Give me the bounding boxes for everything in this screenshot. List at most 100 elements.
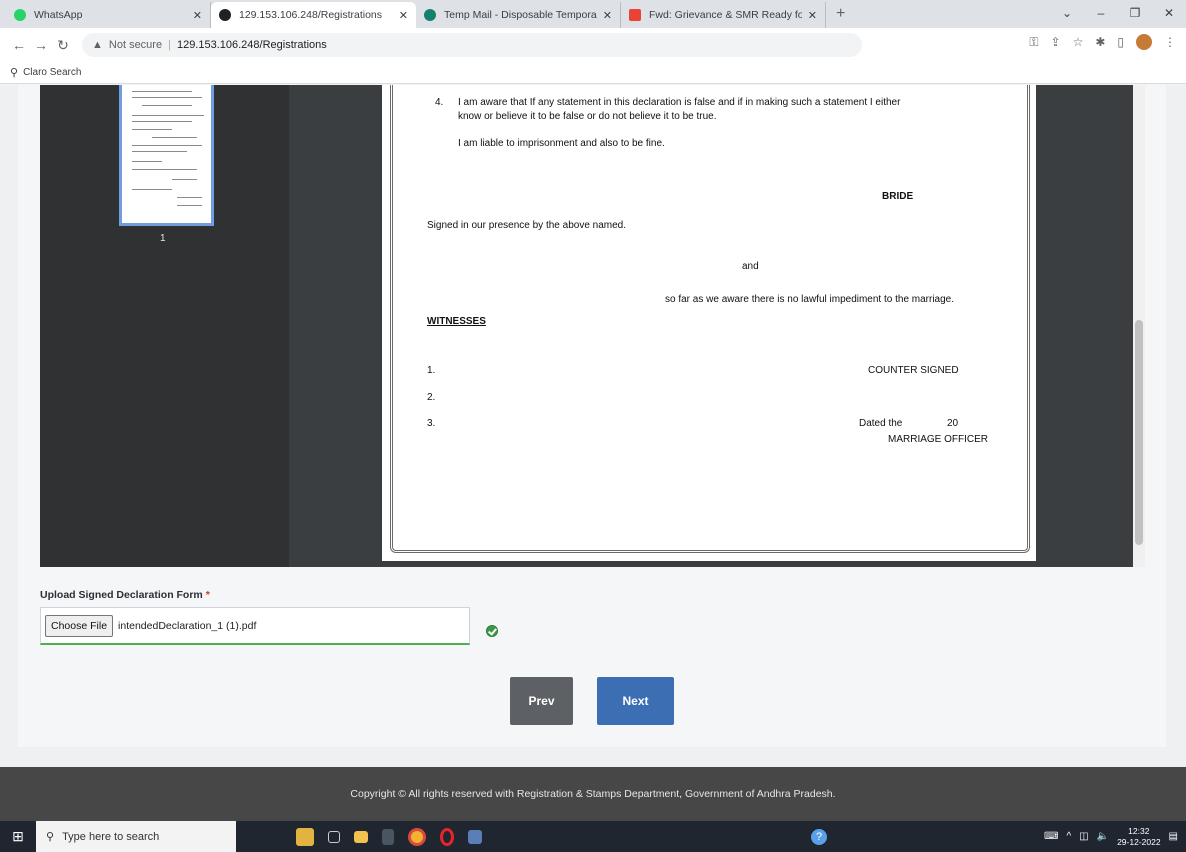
- taskbar-search[interactable]: ⚲ Type here to search: [36, 821, 236, 852]
- clock-time: 12:32: [1128, 825, 1150, 836]
- tab-temp-mail[interactable]: Temp Mail - Disposable Tempora ✕: [416, 2, 621, 28]
- tab-title: Temp Mail - Disposable Tempora: [444, 9, 597, 21]
- menu-icon[interactable]: ⋮: [1164, 35, 1176, 49]
- extensions-icon[interactable]: ✱: [1095, 35, 1105, 49]
- selected-filename: intendedDeclaration_1 (1).pdf: [118, 619, 257, 632]
- tab-title: WhatsApp: [34, 9, 83, 21]
- check-circle-icon: [486, 625, 498, 637]
- upload-field-label: Upload Signed Declaration Form *: [40, 589, 210, 601]
- page-border: [390, 85, 1030, 553]
- clock-date: 29-12-2022: [1117, 836, 1161, 847]
- windows-taskbar: ⊞ ⚲ Type here to search ? ⌨ ^ ◫ 🔈 12:32 …: [0, 821, 1186, 852]
- form-panel: 1 4. I am aware that If any statement in…: [18, 85, 1166, 747]
- witness-number: 1.: [427, 365, 436, 376]
- keyboard-icon[interactable]: ⌨: [1044, 831, 1058, 842]
- address-bar[interactable]: ▲ Not secure | 129.153.106.248/Registrat…: [82, 33, 862, 57]
- prev-button[interactable]: Prev: [510, 677, 573, 725]
- system-tray: ⌨ ^ ◫ 🔈 12:32 29-12-2022 ▤: [1044, 821, 1178, 852]
- windows-start-icon[interactable]: ⊞: [0, 828, 36, 845]
- notification-icon[interactable]: ▤: [1169, 831, 1178, 842]
- marriage-officer-label: MARRIAGE OFFICER: [888, 434, 989, 445]
- whatsapp-icon: [14, 9, 26, 21]
- tab-search-icon[interactable]: ⌄: [1050, 6, 1084, 20]
- toolbar-actions: ⚿ ⇪ ☆ ✱ ▯ ⋮: [1029, 34, 1176, 50]
- tab-registrations[interactable]: 129.153.106.248/Registrations ✕: [211, 2, 416, 28]
- bookmark-claro-search[interactable]: Claro Search: [23, 67, 81, 78]
- forward-icon[interactable]: →: [30, 37, 52, 53]
- close-icon[interactable]: ✕: [603, 9, 612, 22]
- choose-file-button[interactable]: Choose File: [45, 614, 114, 637]
- tab-whatsapp[interactable]: WhatsApp ✕: [6, 2, 211, 28]
- chrome-icon[interactable]: [408, 827, 426, 846]
- upload-label-text: Upload Signed Declaration Form: [40, 589, 203, 601]
- security-status[interactable]: Not secure: [109, 39, 162, 51]
- back-icon[interactable]: ←: [8, 37, 30, 53]
- required-indicator: *: [205, 589, 210, 601]
- year-label: 20: [947, 418, 959, 429]
- file-upload-input[interactable]: Choose File intendedDeclaration_1 (1).pd…: [40, 607, 470, 645]
- profile-avatar[interactable]: [1136, 34, 1152, 50]
- new-tab-icon[interactable]: +: [836, 5, 845, 23]
- file-explorer-icon[interactable]: [354, 830, 368, 843]
- gmail-icon: [629, 9, 641, 21]
- pdf-page: 4. I am aware that If any statement in t…: [382, 85, 1036, 561]
- news-widget-icon[interactable]: [296, 827, 314, 846]
- network-icon[interactable]: ◫: [1079, 831, 1088, 842]
- url-text[interactable]: 129.153.106.248/Registrations: [177, 39, 327, 51]
- next-button[interactable]: Next: [597, 677, 674, 725]
- copyright-text: Copyright © All rights reserved with Reg…: [350, 788, 836, 800]
- page-footer: Copyright © All rights reserved with Reg…: [0, 767, 1186, 821]
- tray-chevron-icon[interactable]: ^: [1066, 831, 1071, 842]
- browser-toolbar: ← → ↻ ▲ Not secure | 129.153.106.248/Reg…: [0, 28, 1186, 62]
- counter-signed-label: COUNTER SIGNED: [868, 365, 959, 376]
- witness-number: 2.: [427, 392, 436, 403]
- taskbar-apps: [296, 827, 482, 846]
- restore-icon[interactable]: ❐: [1118, 6, 1152, 20]
- thumbnail-page-number: 1: [160, 233, 166, 244]
- witness-number: 3.: [427, 418, 436, 429]
- key-icon[interactable]: ⚿: [1029, 35, 1038, 50]
- taskbar-search-placeholder[interactable]: Type here to search: [62, 831, 159, 843]
- witnesses-heading: WITNESSES: [427, 316, 486, 327]
- reload-icon[interactable]: ↻: [52, 37, 74, 54]
- task-view-icon[interactable]: [328, 830, 340, 843]
- opera-icon[interactable]: [440, 827, 454, 846]
- browser-tab-strip: WhatsApp ✕ 129.153.106.248/Registrations…: [0, 0, 1186, 28]
- declaration-line: I am aware that If any statement in this…: [458, 97, 901, 108]
- pdf-scrollbar[interactable]: [1133, 85, 1145, 567]
- temp-mail-icon: [424, 9, 436, 21]
- sidepanel-icon[interactable]: ▯: [1117, 35, 1124, 49]
- bookmark-star-icon[interactable]: ☆: [1073, 35, 1084, 49]
- minimize-icon[interactable]: –: [1084, 6, 1118, 20]
- store-icon[interactable]: [468, 829, 482, 844]
- volume-icon[interactable]: 🔈: [1097, 831, 1109, 842]
- warning-icon[interactable]: ▲: [92, 39, 103, 51]
- liability-statement: I am liable to imprisonment and also to …: [458, 138, 665, 149]
- signed-statement: Signed in our presence by the above name…: [427, 220, 627, 231]
- site-icon: [219, 9, 231, 21]
- scrollbar-thumb[interactable]: [1135, 320, 1143, 545]
- bride-label: BRIDE: [882, 191, 914, 202]
- tab-title: 129.153.106.248/Registrations: [239, 9, 383, 21]
- share-icon[interactable]: ⇪: [1051, 35, 1061, 49]
- pdf-thumbnail-sidebar: 1: [40, 85, 289, 567]
- close-icon[interactable]: ✕: [193, 9, 202, 22]
- item-number: 4.: [435, 97, 444, 108]
- calculator-icon[interactable]: [382, 828, 394, 845]
- pdf-page-thumbnail[interactable]: [119, 85, 214, 226]
- close-icon[interactable]: ✕: [808, 9, 817, 22]
- taskbar-clock[interactable]: 12:32 29-12-2022: [1117, 826, 1160, 848]
- window-close-icon[interactable]: ✕: [1152, 6, 1186, 20]
- tab-gmail[interactable]: Fwd: Grievance & SMR Ready for ✕: [621, 2, 826, 28]
- window-controls: ⌄ – ❐ ✕: [1050, 0, 1186, 26]
- close-icon[interactable]: ✕: [399, 9, 408, 22]
- search-icon: ⚲: [46, 831, 55, 843]
- pdf-viewer[interactable]: 1 4. I am aware that If any statement in…: [40, 85, 1145, 567]
- tab-title: Fwd: Grievance & SMR Ready for: [649, 9, 802, 21]
- divider: |: [168, 39, 171, 51]
- and-text: and: [742, 261, 759, 272]
- dated-label: Dated the: [859, 418, 903, 429]
- impediment-statement: so far as we aware there is no lawful im…: [665, 294, 955, 305]
- search-icon: ⚲: [10, 67, 19, 79]
- help-icon[interactable]: ?: [811, 829, 827, 845]
